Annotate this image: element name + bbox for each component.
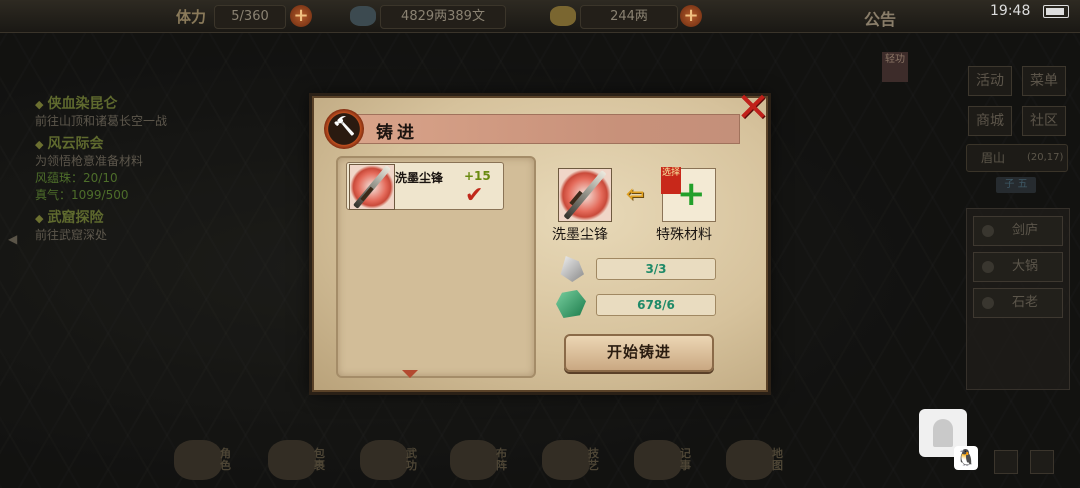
- location-name: 眉山: [981, 151, 1006, 165]
- bottom-map-button[interactable]: 地图: [720, 436, 810, 482]
- add-ingot-button[interactable]: +: [680, 5, 702, 27]
- add-stamina-button[interactable]: +: [290, 5, 312, 27]
- special-material-label: 特殊材料: [656, 227, 712, 243]
- yin-yang-icon: [450, 440, 498, 480]
- quest-title: 风云际会: [47, 136, 104, 152]
- quest-tracker[interactable]: ◆ 侠血染昆仑 前往山顶和诸葛长空一战 ◆ 风云际会 为领悟枪意准备材料 风蕴珠：2…: [35, 90, 215, 244]
- item-level: +15: [464, 169, 491, 183]
- npc-button[interactable]: 石老: [973, 288, 1063, 318]
- weapon-list[interactable]: 洗墨尘锋 +15 ✔: [336, 156, 536, 378]
- quest-item[interactable]: ◆ 武窟探险 前往武窟深处: [35, 207, 215, 244]
- quest-desc: 前往武窟深处: [35, 228, 108, 242]
- qinggong-button[interactable]: 轻功: [882, 52, 908, 82]
- npc-icon: [982, 225, 994, 237]
- qq-icon[interactable]: 🐧: [954, 446, 978, 470]
- game-time-badge: 子 五: [996, 177, 1036, 193]
- item-name: 洗墨尘锋: [395, 171, 444, 185]
- check-icon: ✔: [465, 183, 484, 208]
- character-icon: [174, 440, 222, 480]
- shop-button[interactable]: 商城: [968, 106, 1012, 136]
- diamond-icon: ◆: [35, 212, 44, 225]
- location-display[interactable]: 眉山 (20,17): [966, 144, 1068, 172]
- diamond-icon: ◆: [35, 138, 44, 151]
- material-count: 3/3: [596, 258, 716, 280]
- sword-icon: [349, 164, 395, 210]
- bottom-character-button[interactable]: 角色: [168, 436, 258, 482]
- quest-desc: 为领悟枪意准备材料: [35, 154, 144, 168]
- quest-progress: 风蕴珠：20/10: [35, 171, 118, 185]
- scroll-icon: [634, 440, 682, 480]
- stamina-label: 体力: [176, 8, 207, 26]
- npc-button[interactable]: 大锅: [973, 252, 1063, 282]
- stamina-value: 5/360: [214, 5, 286, 29]
- material-count: 678/6: [596, 294, 716, 316]
- bag-icon: [268, 440, 316, 480]
- start-forge-button[interactable]: 开始铸进: [564, 334, 714, 372]
- top-status-bar: 体力 5/360 + 4829两389文 244两 + 公告 19:48: [0, 0, 1080, 33]
- quest-title: 武窟探险: [47, 210, 104, 226]
- bottom-formation-button[interactable]: 布阵: [444, 436, 534, 482]
- quest-item[interactable]: ◆ 风云际会 为领悟枪意准备材料 风蕴珠：20/10 真气：1099/500: [35, 133, 215, 204]
- bottom-journal-button[interactable]: 记事: [628, 436, 718, 482]
- plus-icon: +: [677, 174, 706, 214]
- forge-dialog: 铸进 ✕ 洗墨尘锋 +15 ✔ ⇦ 选择 + 洗墨尘锋 特殊材料 3/3 678…: [312, 88, 770, 392]
- ingot-icon: [550, 6, 576, 26]
- ingot-value: 244两: [580, 5, 678, 29]
- menu-button[interactable]: 菜单: [1022, 66, 1066, 96]
- bottom-skills-button[interactable]: 武功: [354, 436, 444, 482]
- clock: 19:48: [990, 3, 1031, 19]
- quest-item[interactable]: ◆ 侠血染昆仑 前往山顶和诸葛长空一战: [35, 93, 215, 130]
- money-value: 4829两389文: [380, 5, 506, 29]
- special-material-slot[interactable]: 选择 +: [661, 167, 716, 222]
- bottom-bag-button[interactable]: 包裹: [262, 436, 352, 482]
- corner-button[interactable]: [1030, 450, 1054, 474]
- hammer-icon: [324, 109, 364, 149]
- battery-icon: [1043, 5, 1069, 18]
- dialog-title: 铸进: [376, 123, 418, 143]
- teapot-icon: [542, 440, 590, 480]
- activity-button[interactable]: 活动: [968, 66, 1012, 96]
- jade-ore-icon: [556, 290, 586, 318]
- location-coord: (20,17): [1027, 152, 1064, 163]
- target-weapon-slot[interactable]: [558, 168, 612, 222]
- book-icon: [360, 440, 408, 480]
- list-item[interactable]: 洗墨尘锋 +15 ✔: [346, 162, 504, 210]
- bottom-crafting-button[interactable]: 技艺: [536, 436, 626, 482]
- silver-ore-icon: [560, 256, 584, 282]
- corner-button[interactable]: [994, 450, 1018, 474]
- sword-icon: [558, 168, 612, 222]
- quest-title: 侠血染昆仑: [47, 96, 118, 112]
- target-weapon-label: 洗墨尘锋: [552, 227, 608, 243]
- quest-progress: 真气：1099/500: [35, 188, 129, 202]
- diamond-icon: ◆: [35, 98, 44, 111]
- collapse-quest-arrow-icon[interactable]: ◀: [8, 232, 17, 246]
- close-button[interactable]: ✕: [734, 88, 772, 128]
- arrow-left-icon: ⇦: [626, 182, 645, 207]
- coin-icon: [350, 6, 376, 26]
- community-button[interactable]: 社区: [1022, 106, 1066, 136]
- npc-button[interactable]: 剑庐: [973, 216, 1063, 246]
- notice-button[interactable]: 公告: [864, 6, 896, 30]
- map-icon: [726, 440, 774, 480]
- quest-desc: 前往山顶和诸葛长空一战: [35, 114, 168, 128]
- npc-icon: [982, 261, 994, 273]
- npc-icon: [982, 297, 994, 309]
